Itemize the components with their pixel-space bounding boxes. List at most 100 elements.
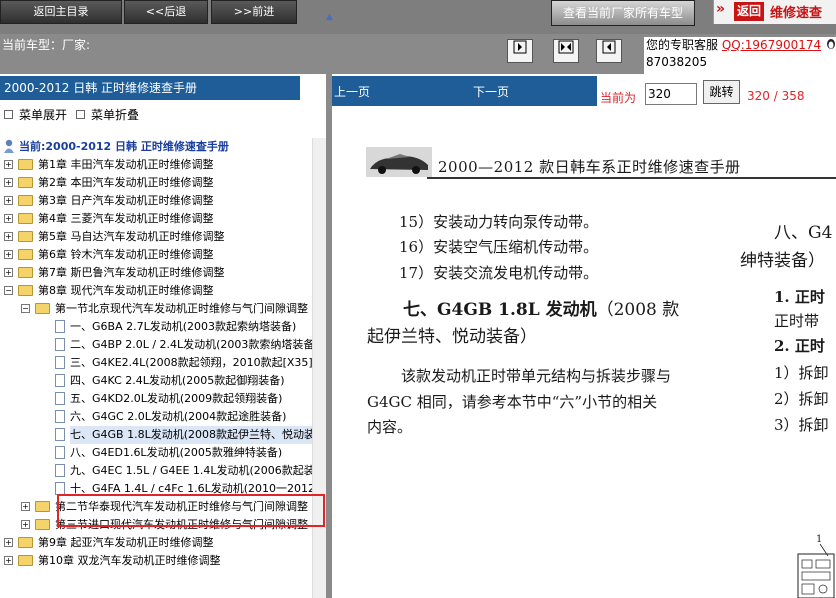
expand-all-label: 菜单展开	[19, 108, 68, 122]
expand-toggle-icon[interactable]: +	[4, 160, 13, 169]
tree-folder[interactable]: − 第8章 现代汽车发动机正时维修调整	[0, 282, 312, 300]
expand-toggle-icon[interactable]: +	[4, 556, 13, 565]
collapse-all-label: 菜单折叠	[91, 108, 140, 122]
expand-toggle-icon[interactable]: +	[21, 502, 30, 511]
top-toolbar: 返回主目录 <<后退 >>前进 ▲ 查看当前厂家所有车型 » 返回 维修速查	[0, 0, 836, 34]
tree-item-label: 第2章 本田汽车发动机正时维修调整	[38, 176, 214, 189]
folder-icon	[35, 519, 50, 530]
tree-root-label: 当前:2000-2012 日韩 正时维修速查手册	[19, 140, 229, 153]
expand-toggle-icon[interactable]: +	[4, 214, 13, 223]
paragraph-line-3: 内容。	[367, 418, 413, 436]
qq-link[interactable]: QQ:1967900174	[722, 38, 821, 52]
double-chevron-icon: »	[716, 1, 726, 17]
subsection-1-num: 1.	[774, 288, 790, 306]
current-page-label: 当前为	[600, 91, 637, 105]
layout-right-button[interactable]	[596, 39, 622, 63]
qq-penguin-icon	[826, 39, 835, 49]
next-page-link[interactable]: 下一页	[473, 83, 509, 100]
tree-folder[interactable]: + 第5章 马自达汽车发动机正时维修调整	[0, 228, 312, 246]
tree-item-label: 五、G4KD2.0L发动机(2009款起领翔装备)	[70, 392, 283, 405]
tree-item-label: 八、G4ED1.6L发动机(2005款雅绅特装备)	[70, 446, 283, 459]
next-section-heading: 八、G4	[774, 223, 833, 243]
page-number-input[interactable]	[645, 83, 697, 105]
tree-doc[interactable]: 四、G4KC 2.4L发动机(2005款起御翔装备)	[0, 372, 312, 390]
right-step-2: 2）拆卸	[774, 390, 829, 408]
selected-item-highlight	[57, 494, 325, 527]
expand-toggle-icon[interactable]: +	[4, 538, 13, 547]
engine-diagram-fragment: 1	[797, 534, 835, 598]
tree-folder[interactable]: + 第10章 双龙汽车发动机正时维修调整	[0, 552, 312, 570]
model-bar: 当前车型：厂家: 您的专职客服 QQ:1967900174 87038205	[0, 34, 836, 74]
tree-doc[interactable]: 九、G4EC 1.5L / G4EE 1.4L发动机(2006款起装备)	[0, 462, 312, 480]
tree-doc[interactable]: 六、G4GC 2.0L发动机(2004款起途胜装备)	[0, 408, 312, 426]
tree-item-label: 九、G4EC 1.5L / G4EE 1.4L发动机(2006款起装备)	[70, 464, 312, 477]
tree-folder[interactable]: + 第9章 起亚汽车发动机正时维修调整	[0, 534, 312, 552]
expand-icon	[4, 110, 13, 119]
expand-toggle-icon[interactable]: +	[4, 232, 13, 241]
panel-left-icon	[513, 40, 527, 54]
tree-item-label: 第10章 双龙汽车发动机正时维修调整	[38, 554, 221, 567]
jump-button[interactable]: 跳转	[703, 80, 740, 104]
tree-item-label: 第6章 铃木汽车发动机正时维修调整	[38, 248, 214, 261]
tree-doc[interactable]: 七、G4GB 1.8L发动机(2008款起伊兰特、悦动装备)	[0, 426, 312, 444]
expand-toggle-icon[interactable]: +	[4, 196, 13, 205]
support-label: 您的专职客服	[646, 38, 719, 52]
tree-root[interactable]: 当前:2000-2012 日韩 正时维修速查手册	[0, 138, 312, 156]
tree-item-label: 一、G6BA 2.7L发动机(2003款起索纳塔装备)	[70, 320, 297, 333]
folder-icon	[18, 267, 33, 278]
expand-toggle-icon[interactable]: +	[4, 268, 13, 277]
step-16: 16）安装空气压缩机传动带。	[399, 238, 599, 256]
document-icon	[55, 464, 65, 477]
step-17: 17）安装交流发电机传动带。	[399, 264, 599, 282]
prev-page-link[interactable]: 上一页	[334, 83, 370, 100]
tree-item-label: 第8章 现代汽车发动机正时维修调整	[38, 284, 214, 297]
page-count: 320 / 358	[747, 89, 805, 103]
right-step-1: 1）拆卸	[774, 364, 829, 382]
tree-doc[interactable]: 一、G6BA 2.7L发动机(2003款起索纳塔装备)	[0, 318, 312, 336]
collapse-toggle-icon[interactable]: −	[21, 304, 30, 313]
expand-all-menu[interactable]: 菜单展开	[4, 106, 67, 123]
tree-folder[interactable]: + 第6章 铃木汽车发动机正时维修调整	[0, 246, 312, 264]
folder-icon	[18, 249, 33, 260]
subsection-1-line2: 正时带	[774, 312, 820, 330]
expand-toggle-icon[interactable]: +	[21, 520, 30, 529]
layout-both-button[interactable]	[553, 39, 579, 63]
tree-folder[interactable]: + 第1章 丰田汽车发动机正时维修调整	[0, 156, 312, 174]
tree-doc[interactable]: 二、G4BP 2.0L / 2.4L发动机(2003款索纳塔装备)	[0, 336, 312, 354]
back-button[interactable]: <<后退	[124, 0, 208, 24]
tree-item-label: 第5章 马自达汽车发动机正时维修调整	[38, 230, 225, 243]
folder-icon	[18, 213, 33, 224]
folder-icon	[18, 195, 33, 206]
header-rule	[427, 177, 836, 179]
view-all-models-button[interactable]: 查看当前厂家所有车型	[551, 0, 695, 26]
folder-icon	[35, 501, 50, 512]
tree-item-label: 第1章 丰田汽车发动机正时维修调整	[38, 158, 214, 171]
tree-doc[interactable]: 八、G4ED1.6L发动机(2005款雅绅特装备)	[0, 444, 312, 462]
tree-folder[interactable]: + 第7章 斯巴鲁汽车发动机正时维修调整	[0, 264, 312, 282]
section-heading-rest: （2008 款	[596, 300, 680, 320]
expand-toggle-icon[interactable]: +	[4, 178, 13, 187]
collapse-toggle-icon[interactable]: −	[4, 286, 13, 295]
tree-folder[interactable]: − 第一节北京现代汽车发动机正时维修与气门间隙调整	[0, 300, 312, 318]
back-to-main-dir-button[interactable]: 返回主目录	[0, 0, 122, 24]
document-icon	[55, 392, 65, 405]
forward-button[interactable]: >>前进	[211, 0, 297, 24]
tree-doc[interactable]: 三、G4KE2.4L(2008款起领翔，2010款起[X35]装备)	[0, 354, 312, 372]
section-heading: 七、G4GB 1.8L 发动机（2008 款	[403, 295, 679, 320]
tree-folder[interactable]: + 第4章 三菱汽车发动机正时维修调整	[0, 210, 312, 228]
toc-scrollbar[interactable]	[312, 138, 326, 598]
paragraph-line-2: G4GC 相同，请参考本节中“六”小节的相关	[367, 393, 658, 411]
folder-icon	[18, 159, 33, 170]
tree-folder[interactable]: + 第2章 本田汽车发动机正时维修调整	[0, 174, 312, 192]
subsection-1-text: 正时	[794, 288, 825, 306]
page-jump-box: 当前为 跳转 320 / 358	[597, 76, 836, 106]
tree-folder[interactable]: + 第3章 日产汽车发动机正时维修调整	[0, 192, 312, 210]
return-button[interactable]: 返回	[734, 2, 765, 21]
folder-icon	[18, 537, 33, 548]
tree-doc[interactable]: 五、G4KD2.0L发动机(2009款起领翔装备)	[0, 390, 312, 408]
expand-toggle-icon[interactable]: +	[4, 250, 13, 259]
car-logo-icon	[366, 147, 432, 177]
document-icon	[55, 320, 65, 333]
layout-left-button[interactable]	[507, 39, 533, 63]
collapse-all-menu[interactable]: 菜单折叠	[76, 106, 139, 123]
